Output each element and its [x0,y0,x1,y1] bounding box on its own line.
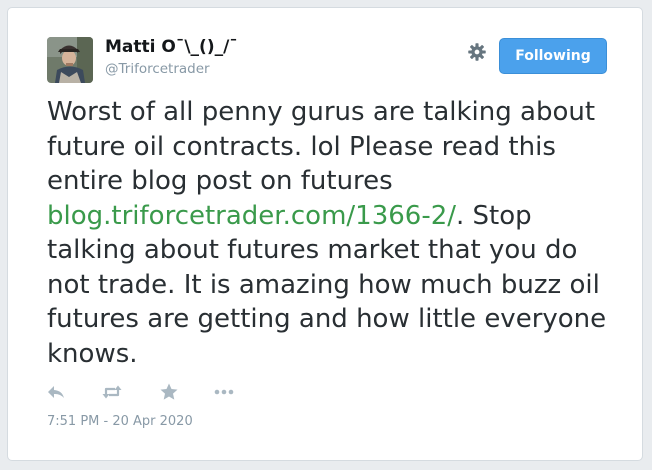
tweet-card: Matti O¯\_()_/¯ @Triforcetrader Followin… [7,7,643,461]
avatar-image [47,37,93,83]
reply-icon[interactable] [46,382,66,402]
avatar[interactable] [47,37,93,83]
retweet-icon[interactable] [102,382,122,402]
display-name[interactable]: Matti O¯\_()_/¯ [105,37,238,57]
tweet-link[interactable]: blog.triforcetrader.com/1366-2/ [47,201,456,231]
user-handle[interactable]: @Triforcetrader [105,61,210,77]
tweet-text: Worst of all penny gurus are talking abo… [47,95,617,371]
following-button[interactable]: Following [499,38,607,74]
tweet-timestamp[interactable]: 7:51 PM - 20 Apr 2020 [47,414,193,429]
favorite-star-icon[interactable] [159,382,179,402]
gear-icon[interactable] [466,41,488,63]
more-dots-icon[interactable] [213,382,234,402]
tweet-text-part-1: Worst of all penny gurus are talking abo… [47,97,596,196]
